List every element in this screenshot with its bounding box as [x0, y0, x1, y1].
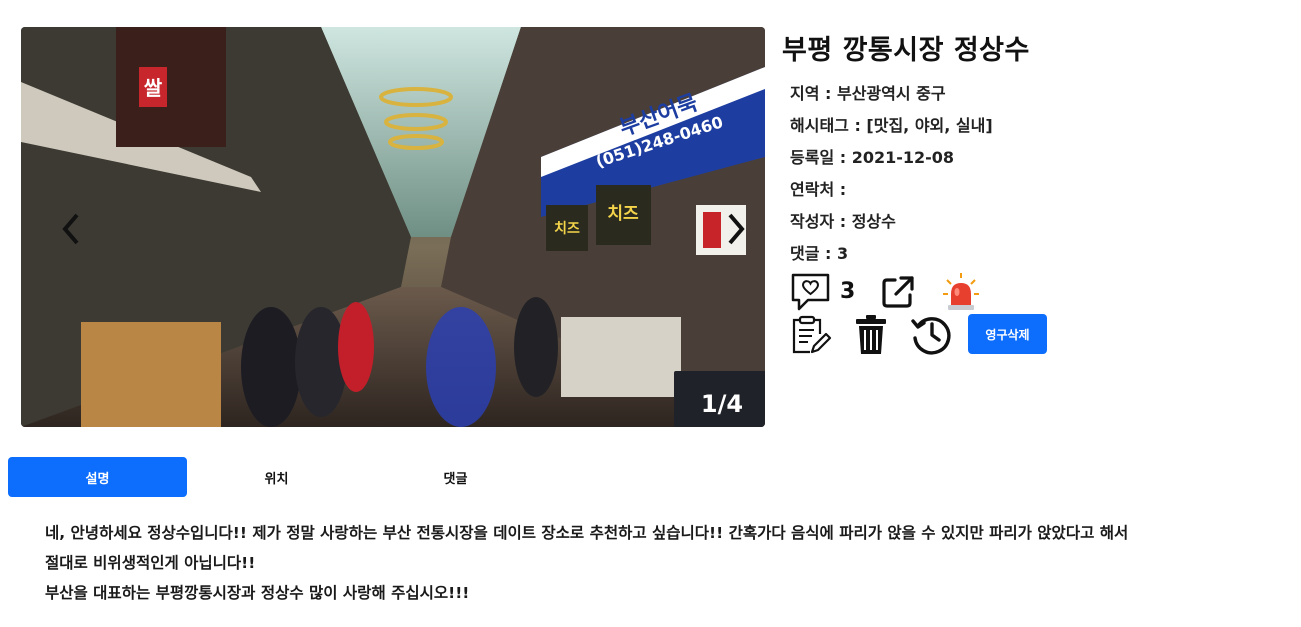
history-icon: [911, 317, 951, 355]
like-count: 3: [840, 279, 856, 304]
svg-text:쌀: 쌀: [144, 76, 163, 100]
edit-button[interactable]: [790, 314, 832, 360]
image-counter: 1/4: [674, 371, 765, 427]
share-button[interactable]: [880, 274, 916, 314]
heart-speech-bubble-icon: [791, 273, 830, 311]
image-carousel[interactable]: 쌀 (051)248-0460 부산어묵 치즈 치즈 1/4: [21, 27, 765, 427]
registered-date-text: 등록일 : 2021-12-08: [790, 148, 955, 167]
history-button[interactable]: [910, 312, 954, 360]
tab-location[interactable]: 위치: [187, 457, 366, 497]
svg-text:치즈: 치즈: [607, 204, 639, 224]
description-line: 절대로 비위생적인게 아닙니다!!: [45, 554, 256, 572]
siren-icon: [943, 273, 979, 310]
description-text: 네, 안녕하세요 정상수입니다!! 제가 정말 사랑하는 부산 전통시장을 데이…: [45, 518, 1295, 608]
hashtags-text: 해시태그 : [맛집, 야외, 실내]: [790, 116, 993, 135]
tab-description[interactable]: 설명: [8, 457, 187, 497]
external-link-icon: [882, 276, 914, 308]
market-photo: 쌀 (051)248-0460 부산어묵 치즈 치즈: [21, 27, 765, 427]
delete-permanent-button[interactable]: 영구삭제: [968, 314, 1047, 354]
clipboard-pencil-icon: [792, 315, 832, 354]
region-text: 지역 : 부산광역시 중구: [790, 84, 946, 103]
delete-button[interactable]: [854, 314, 888, 360]
carousel-next-button[interactable]: [726, 212, 756, 252]
report-button[interactable]: [942, 272, 980, 316]
description-line: 부산을 대표하는 부평깡통시장과 정상수 많이 사랑해 주십시오!!!: [45, 584, 470, 602]
tab-comments[interactable]: 댓글: [366, 457, 545, 497]
svg-text:치즈: 치즈: [554, 221, 580, 237]
author-text: 작성자 : 정상수: [790, 212, 896, 231]
contact-text: 연락처 :: [790, 180, 847, 199]
carousel-prev-button[interactable]: [61, 212, 91, 252]
chevron-right-icon: [728, 213, 745, 245]
like-button[interactable]: [790, 272, 832, 316]
chevron-left-icon: [62, 213, 79, 245]
comment-count-text: 댓글 : 3: [790, 244, 849, 263]
description-line: 네, 안녕하세요 정상수입니다!! 제가 정말 사랑하는 부산 전통시장을 데이…: [45, 524, 1129, 542]
trash-icon: [856, 315, 886, 354]
post-title: 부평 깡통시장 정상수: [782, 35, 1030, 66]
detail-tabs: 설명 위치 댓글: [8, 457, 608, 497]
